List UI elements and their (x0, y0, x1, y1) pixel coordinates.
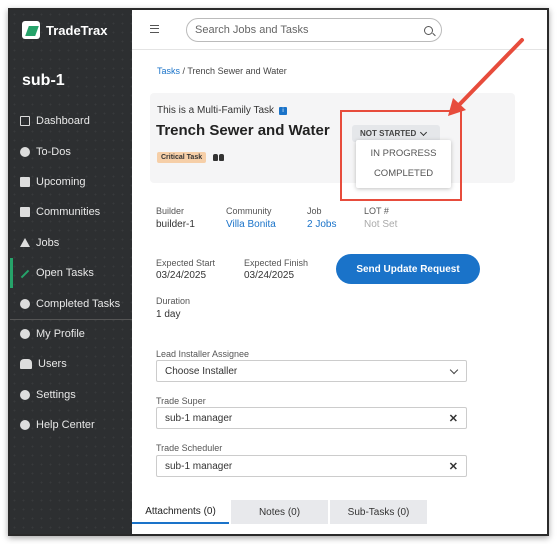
sidebar-item-label: Dashboard (36, 115, 90, 128)
sidebar-item-label: Settings (36, 388, 76, 401)
breadcrumb-link-tasks[interactable]: Tasks (157, 66, 180, 76)
lot-label: LOT # (364, 206, 389, 216)
send-update-request-button[interactable]: Send Update Request (336, 254, 480, 284)
community-link[interactable]: Villa Bonita (226, 219, 276, 230)
expected-finish-value: 03/24/2025 (244, 270, 295, 281)
installer-select[interactable]: Choose Installer (156, 360, 467, 382)
search-input[interactable]: Search Jobs and Tasks (186, 18, 442, 42)
multi-family-icon (213, 154, 225, 161)
task-tabs: Attachments (0) Notes (0) Sub-Tasks (0) (132, 500, 427, 524)
critical-task-badge: Critical Task (157, 152, 207, 163)
sidebar-item-label: Help Center (36, 419, 95, 432)
sidebar-item-dashboard[interactable]: Dashboard (10, 106, 132, 136)
trade-scheduler-label: Trade Scheduler (156, 443, 223, 453)
clear-icon[interactable]: ✕ (449, 412, 458, 425)
logo[interactable]: TradeTrax (22, 19, 107, 41)
jobs-link[interactable]: 2 Jobs (307, 219, 336, 230)
builder-value: builder-1 (156, 219, 195, 230)
sidebar-nav: Dashboard To-Dos Upcoming Communities Jo… (10, 106, 132, 440)
topbar: Search Jobs and Tasks (132, 10, 547, 50)
sidebar-item-label: To-Dos (36, 145, 71, 158)
task-subtitle: This is a Multi-Family Task i (157, 105, 288, 116)
sidebar-item-label: Communities (36, 206, 101, 219)
building-icon (20, 207, 30, 218)
clipboard-icon (20, 176, 30, 187)
breadcrumb-separator: / (182, 66, 186, 76)
dashboard-icon (20, 116, 30, 127)
tradetrax-logo-icon (22, 21, 40, 39)
task-subtitle-text: This is a Multi-Family Task (157, 105, 275, 116)
app-window: TradeTrax sub-1 Dashboard To-Dos Upcomin… (8, 8, 549, 536)
sidebar-item-open-tasks[interactable]: Open Tasks (10, 257, 132, 289)
gear-icon (20, 389, 30, 400)
tab-notes[interactable]: Notes (0) (231, 500, 328, 524)
check-circle-icon (20, 146, 30, 157)
sidebar-item-help-center[interactable]: Help Center (10, 410, 132, 440)
search-icon[interactable] (424, 25, 433, 35)
sidebar-item-upcoming[interactable]: Upcoming (10, 167, 132, 197)
sidebar: TradeTrax sub-1 Dashboard To-Dos Upcomin… (10, 10, 132, 534)
sidebar-item-label: Open Tasks (36, 267, 94, 280)
community-label: Community (226, 206, 272, 216)
chevron-down-icon (449, 365, 459, 374)
org-name: sub-1 (22, 72, 65, 89)
clear-icon[interactable]: ✕ (449, 460, 458, 473)
builder-label: Builder (156, 206, 185, 216)
help-icon (20, 420, 30, 431)
trade-super-value: sub-1 manager (165, 412, 233, 424)
expected-start-label: Expected Start (156, 258, 216, 268)
wrench-icon (20, 269, 30, 279)
callout-highlight-box (340, 110, 462, 201)
tab-attachments[interactable]: Attachments (0) (132, 500, 229, 524)
check-circle-icon (20, 298, 30, 309)
installer-label: Lead Installer Assignee (156, 349, 250, 359)
duration-label: Duration (156, 296, 191, 306)
trade-super-label: Trade Super (156, 396, 206, 406)
tab-sub-tasks[interactable]: Sub-Tasks (0) (330, 500, 427, 524)
sidebar-item-completed-tasks[interactable]: Completed Tasks (10, 288, 132, 318)
sidebar-item-communities[interactable]: Communities (10, 197, 132, 227)
duration-value: 1 day (156, 309, 181, 320)
user-icon (20, 329, 30, 340)
sidebar-item-settings[interactable]: Settings (10, 380, 132, 410)
sidebar-item-label: Users (38, 358, 67, 371)
sidebar-item-label: Jobs (36, 236, 60, 249)
expected-finish-label: Expected Finish (244, 258, 309, 268)
sidebar-item-my-profile[interactable]: My Profile (10, 318, 132, 349)
installer-placeholder: Choose Installer (165, 365, 238, 377)
job-label: Job (307, 206, 322, 216)
lot-value: Not Set (364, 219, 398, 230)
sidebar-item-label: Upcoming (36, 175, 86, 188)
sidebar-item-jobs[interactable]: Jobs (10, 228, 132, 258)
sidebar-item-todos[interactable]: To-Dos (10, 136, 132, 166)
trade-scheduler-field[interactable]: sub-1 manager ✕ (156, 455, 467, 477)
menu-icon[interactable] (150, 25, 159, 33)
app-name: TradeTrax (46, 22, 108, 38)
users-icon (20, 359, 32, 370)
sidebar-item-label: Completed Tasks (36, 297, 121, 310)
breadcrumb-current: Trench Sewer and Water (187, 66, 287, 76)
trade-scheduler-value: sub-1 manager (165, 460, 233, 472)
info-icon[interactable]: i (279, 106, 288, 115)
main-content: Search Jobs and Tasks Tasks / Trench Sew… (132, 10, 547, 534)
sidebar-item-label: My Profile (36, 328, 85, 341)
task-title: Trench Sewer and Water (156, 122, 330, 139)
home-icon (20, 238, 30, 248)
expected-start-value: 03/24/2025 (156, 270, 207, 281)
search-placeholder: Search Jobs and Tasks (195, 24, 309, 36)
trade-super-field[interactable]: sub-1 manager ✕ (156, 407, 467, 429)
breadcrumb: Tasks / Trench Sewer and Water (157, 66, 287, 76)
sidebar-item-users[interactable]: Users (10, 349, 132, 379)
